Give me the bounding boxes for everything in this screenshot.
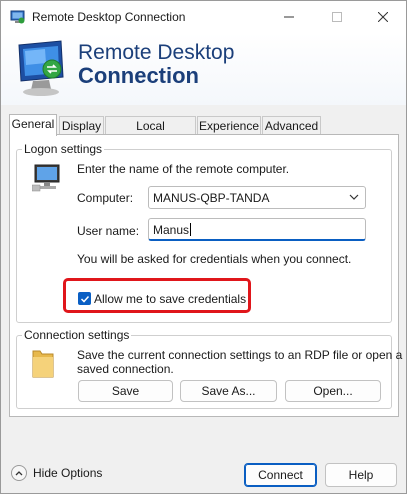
save-as-button[interactable]: Save As... bbox=[180, 380, 277, 402]
maximize-icon bbox=[332, 12, 342, 22]
logon-settings-label: Logon settings bbox=[22, 142, 105, 156]
folder-icon bbox=[32, 350, 54, 378]
computer-value: MANUS-QBP-TANDA bbox=[153, 191, 270, 205]
remote-desktop-logo-icon bbox=[18, 40, 64, 96]
connection-settings-label: Connection settings bbox=[22, 328, 132, 342]
tab-experience[interactable]: Experience bbox=[197, 116, 261, 135]
computer-combobox[interactable]: MANUS-QBP-TANDA bbox=[148, 186, 366, 209]
tab-advanced[interactable]: Advanced bbox=[262, 116, 321, 135]
save-button[interactable]: Save bbox=[78, 380, 173, 402]
minimize-button[interactable] bbox=[266, 1, 312, 33]
chevron-up-icon bbox=[15, 471, 23, 476]
tab-label: Advanced bbox=[264, 119, 319, 133]
username-value: Manus bbox=[153, 223, 192, 237]
close-icon bbox=[378, 12, 388, 22]
tab-panel-general: Logon settings Enter the name of the rem… bbox=[9, 134, 403, 417]
connection-description-line2: saved connection. bbox=[77, 362, 174, 376]
credentials-note: You will be asked for credentials when y… bbox=[77, 252, 352, 266]
help-button[interactable]: Help bbox=[325, 463, 397, 487]
tab-general[interactable]: General bbox=[9, 114, 57, 136]
header-banner: Remote Desktop Connection bbox=[1, 33, 406, 105]
username-label: User name: bbox=[77, 224, 140, 238]
allow-save-credentials-checkbox[interactable] bbox=[78, 292, 91, 305]
tab-label: General bbox=[11, 117, 55, 131]
computer-label: Computer: bbox=[77, 191, 134, 205]
username-field[interactable]: Manus bbox=[148, 218, 366, 241]
banner-title-line2: Connection bbox=[78, 63, 199, 88]
hide-options-button[interactable] bbox=[11, 465, 27, 481]
minimize-icon bbox=[284, 16, 294, 18]
connection-description-line1: Save the current connection settings to … bbox=[77, 348, 403, 362]
allow-save-credentials-label[interactable]: Allow me to save credentials bbox=[94, 292, 246, 306]
maximize-button[interactable] bbox=[314, 1, 360, 33]
title-bar: Remote Desktop Connection bbox=[1, 1, 406, 33]
computer-icon bbox=[32, 164, 60, 192]
checkmark-icon bbox=[80, 295, 89, 303]
tab-label: Display bbox=[61, 119, 102, 133]
connect-button[interactable]: Connect bbox=[244, 463, 317, 487]
open-button[interactable]: Open... bbox=[285, 380, 381, 402]
tab-display[interactable]: Display bbox=[59, 116, 104, 135]
rdc-window: Remote Desktop Connection Remote Desktop… bbox=[0, 0, 407, 494]
window-title: Remote Desktop Connection bbox=[32, 10, 186, 24]
text-caret bbox=[190, 223, 192, 236]
tab-label: Experience bbox=[198, 119, 260, 133]
hide-options-toggle[interactable]: Hide Options bbox=[11, 465, 102, 481]
tab-local-resources[interactable]: Local Resources bbox=[105, 116, 196, 147]
remote-desktop-app-icon bbox=[10, 10, 25, 24]
username-text: Manus bbox=[153, 223, 190, 237]
hide-options-label[interactable]: Hide Options bbox=[33, 466, 102, 480]
chevron-down-icon[interactable] bbox=[349, 192, 359, 202]
logon-instruction: Enter the name of the remote computer. bbox=[77, 162, 290, 176]
banner-title-line1: Remote Desktop bbox=[78, 41, 235, 64]
close-button[interactable] bbox=[360, 1, 406, 33]
